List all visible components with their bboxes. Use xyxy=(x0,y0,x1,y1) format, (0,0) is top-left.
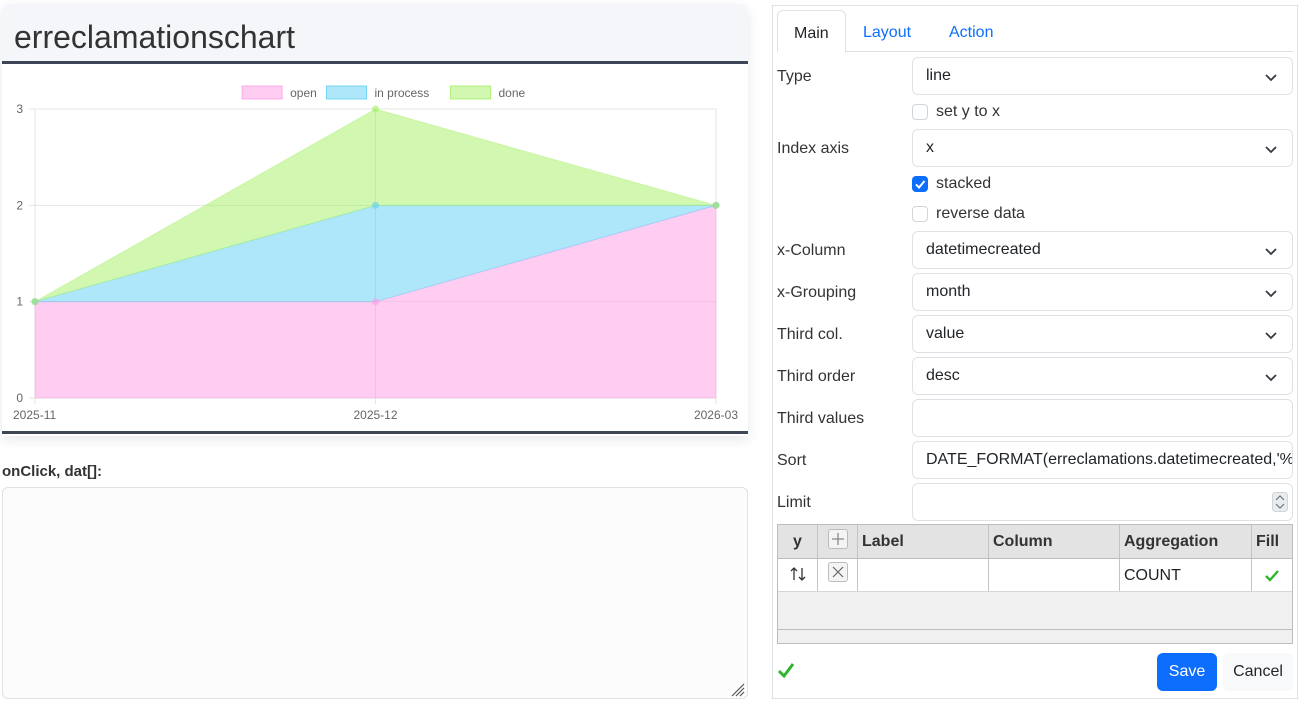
tab-bar: Main Layout Action xyxy=(777,10,1293,53)
header-fill: Fill xyxy=(1256,533,1280,550)
chart-config-panel: Main Layout Action Type line set y to x … xyxy=(772,5,1298,699)
legend-swatch[interactable] xyxy=(450,85,491,100)
resize-grip-icon[interactable] xyxy=(731,683,745,697)
sort-input[interactable]: DATE_FORMAT(erreclamations.datetimecreat… xyxy=(912,441,1293,479)
chart-card: erreclamationschart 0 1 2 3 2025-11 2025-12 20… xyxy=(2,4,748,436)
type-select-value: line xyxy=(926,67,951,84)
series-aggregation-cell[interactable]: COUNT xyxy=(1120,559,1252,591)
third-col-label: Third col. xyxy=(777,326,843,343)
header-column: Column xyxy=(989,525,1120,558)
y-tick-label: 1 xyxy=(16,295,23,309)
sort-label: Sort xyxy=(777,452,807,469)
third-col-select[interactable]: value xyxy=(912,315,1293,353)
series-label-cell[interactable] xyxy=(858,559,989,591)
add-series-button[interactable] xyxy=(818,525,858,558)
chevron-down-icon xyxy=(1265,248,1277,256)
chart-title: erreclamationschart xyxy=(14,19,295,55)
save-button[interactable]: Save xyxy=(1157,653,1217,691)
third-order-select[interactable]: desc xyxy=(912,357,1293,395)
x-column-label: x-Column xyxy=(777,242,846,259)
sort-handle[interactable] xyxy=(778,559,818,591)
legend-label[interactable]: open xyxy=(290,86,317,100)
set-y-to-x-label: set y to x xyxy=(936,103,1001,120)
legend-label[interactable]: done xyxy=(499,86,526,100)
table-row: COUNT xyxy=(778,559,1292,592)
chart-header: erreclamationschart xyxy=(2,4,748,64)
header-y: y xyxy=(778,525,818,558)
data-point[interactable] xyxy=(372,201,379,209)
reverse-data-label: reverse data xyxy=(936,205,1025,222)
x-grouping-select-value: month xyxy=(926,283,971,300)
y-tick-label: 2 xyxy=(16,198,23,212)
series-table-footer-line xyxy=(778,629,1292,630)
tab-main[interactable]: Main xyxy=(777,10,846,53)
x-column-select[interactable]: datetimecreated xyxy=(912,231,1293,269)
data-point[interactable] xyxy=(31,298,39,306)
chart-bottom-border xyxy=(2,431,748,434)
limit-input[interactable] xyxy=(912,483,1293,521)
x-column-select-value: datetimecreated xyxy=(926,241,1041,258)
legend-label[interactable]: in process xyxy=(375,86,430,100)
sort-arrows-icon xyxy=(790,567,805,581)
type-label: Type xyxy=(777,68,812,85)
index-axis-label: Index axis xyxy=(777,140,850,157)
chevron-down-icon xyxy=(1265,374,1277,382)
checkmark-icon xyxy=(915,180,926,189)
series-table-header: y Label Column Aggregation Fill xyxy=(778,525,1292,559)
tab-layout[interactable]: Layout xyxy=(847,10,927,53)
y-tick-label: 3 xyxy=(16,102,23,116)
index-axis-select[interactable]: x xyxy=(912,129,1293,167)
stacked-area-chart: 0 1 2 3 2025-11 2025-12 2026-03 open in process… xyxy=(13,85,738,422)
valid-check-icon xyxy=(777,663,795,679)
reverse-data-checkbox[interactable] xyxy=(912,206,928,222)
legend-swatch[interactable] xyxy=(241,85,283,100)
y-tick-label: 0 xyxy=(16,391,23,405)
tab-action[interactable]: Action xyxy=(933,10,1009,53)
plus-icon xyxy=(827,529,848,549)
x-grouping-select[interactable]: month xyxy=(912,273,1293,311)
type-select[interactable]: line xyxy=(912,57,1293,95)
third-order-label: Third order xyxy=(777,368,856,385)
third-values-label: Third values xyxy=(777,410,865,427)
third-col-select-value: value xyxy=(926,325,965,342)
close-icon xyxy=(827,562,848,582)
checkmark-icon xyxy=(1265,570,1279,582)
chevron-down-icon xyxy=(1265,290,1277,298)
stacked-label: stacked xyxy=(936,175,992,192)
third-values-input[interactable] xyxy=(912,399,1293,437)
x-tick-label: 2026-03 xyxy=(694,408,738,422)
data-point[interactable] xyxy=(372,105,379,113)
stacked-checkbox[interactable] xyxy=(912,176,928,192)
third-order-select-value: desc xyxy=(926,367,960,384)
onclick-code-editor[interactable] xyxy=(2,487,748,699)
onclick-label: onClick, dat[]: xyxy=(2,463,102,480)
set-y-to-x-checkbox[interactable] xyxy=(912,104,928,120)
series-table: y Label Column Aggregation Fill COUNT xyxy=(777,524,1293,644)
legend-swatch[interactable] xyxy=(326,85,367,100)
number-spinner-icon[interactable] xyxy=(1272,492,1288,512)
chevron-down-icon xyxy=(1265,332,1277,340)
header-aggregation: Aggregation xyxy=(1120,525,1252,558)
series-column-cell[interactable] xyxy=(989,559,1120,591)
cancel-button[interactable]: Cancel xyxy=(1223,653,1293,691)
remove-series-button[interactable] xyxy=(818,559,858,591)
x-grouping-label: x-Grouping xyxy=(777,284,857,301)
series-fill-cell[interactable] xyxy=(1252,559,1292,591)
x-tick-label: 2025-11 xyxy=(13,408,56,422)
limit-label: Limit xyxy=(777,494,811,511)
header-label: Label xyxy=(858,525,989,558)
chevron-down-icon xyxy=(1265,74,1277,82)
data-point[interactable] xyxy=(372,298,379,306)
index-axis-select-value: x xyxy=(926,139,934,156)
x-tick-label: 2025-12 xyxy=(353,408,397,422)
chevron-down-icon xyxy=(1265,146,1277,154)
data-point[interactable] xyxy=(712,201,720,209)
